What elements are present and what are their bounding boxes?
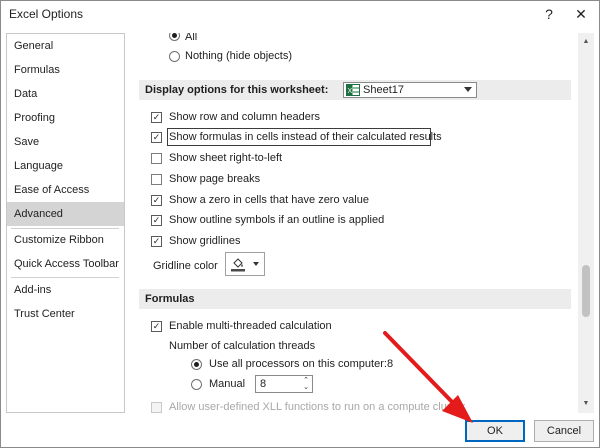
- window-title: Excel Options: [9, 7, 84, 21]
- show-formulas-label: Show formulas in cells instead of their …: [169, 131, 442, 143]
- cancel-button[interactable]: Cancel: [534, 420, 594, 442]
- manual-threads-value: 8: [260, 378, 267, 390]
- outline-symbols-checkbox[interactable]: ✓: [151, 215, 162, 226]
- manual-threads-radio[interactable]: [191, 379, 202, 390]
- sidebar-item-quick-access-toolbar[interactable]: Quick Access Toolbar: [7, 252, 124, 276]
- title-bar: Excel Options ? ✕: [1, 1, 599, 27]
- gridline-color-label: Gridline color: [153, 260, 218, 272]
- page-breaks-checkbox[interactable]: [151, 174, 162, 185]
- help-button[interactable]: ?: [535, 2, 563, 26]
- sidebar-item-save[interactable]: Save: [7, 130, 124, 154]
- worksheet-section-header: Display options for this worksheet: X Sh…: [139, 80, 571, 100]
- objects-all-radio[interactable]: [169, 33, 180, 41]
- multithread-checkbox[interactable]: ✓: [151, 321, 162, 332]
- chevron-down-icon: [464, 87, 472, 92]
- threads-label: Number of calculation threads: [169, 340, 316, 352]
- sidebar-item-add-ins[interactable]: Add-ins: [7, 278, 124, 302]
- manual-threads-spinner[interactable]: 8 ⌃ ⌄: [255, 375, 313, 393]
- manual-threads-label: Manual: [209, 378, 246, 390]
- sidebar-item-advanced[interactable]: Advanced: [7, 202, 124, 226]
- sidebar-item-language[interactable]: Language: [7, 154, 124, 178]
- sidebar-item-general[interactable]: General: [7, 34, 124, 58]
- selected-sheet-name: Sheet17: [363, 84, 404, 96]
- sheet-select-dropdown[interactable]: X Sheet17: [343, 82, 477, 98]
- sidebar: General Formulas Data Proofing Save Lang…: [6, 33, 125, 413]
- xll-cluster-label: Allow user-defined XLL functions to run …: [169, 401, 466, 413]
- paint-bucket-icon: [230, 256, 246, 272]
- close-button[interactable]: ✕: [567, 2, 595, 26]
- sidebar-item-customize-ribbon[interactable]: Customize Ribbon: [7, 228, 124, 252]
- options-scrollbar[interactable]: ▲ ▼: [578, 33, 594, 413]
- right-to-left-label: Show sheet right-to-left: [169, 152, 283, 164]
- objects-nothing-radio[interactable]: [169, 51, 180, 62]
- processor-count: 8: [387, 358, 394, 370]
- spin-down-icon[interactable]: ⌄: [303, 384, 309, 391]
- xll-cluster-checkbox: [151, 402, 162, 413]
- use-all-processors-radio[interactable]: [191, 359, 202, 370]
- objects-nothing-label: Nothing (hide objects): [185, 50, 293, 62]
- show-zero-checkbox[interactable]: ✓: [151, 195, 162, 206]
- sheet-icon: X: [346, 84, 360, 96]
- gridline-color-picker[interactable]: [225, 252, 265, 276]
- sidebar-item-ease-of-access[interactable]: Ease of Access: [7, 178, 124, 202]
- sidebar-item-formulas[interactable]: Formulas: [7, 58, 124, 82]
- right-to-left-checkbox[interactable]: [151, 153, 162, 164]
- excel-options-dialog: Excel Options ? ✕ General Formulas Data …: [0, 0, 600, 448]
- multithread-label: Enable multi-threaded calculation: [169, 320, 332, 332]
- objects-all-label: All: [185, 33, 198, 43]
- svg-text:X: X: [348, 88, 353, 95]
- ok-button[interactable]: OK: [465, 420, 525, 442]
- scroll-down-icon[interactable]: ▼: [578, 397, 594, 411]
- chevron-down-icon: [253, 262, 259, 266]
- page-breaks-label: Show page breaks: [169, 173, 261, 185]
- show-headers-label: Show row and column headers: [169, 111, 321, 123]
- worksheet-section-label: Display options for this worksheet:: [145, 84, 329, 96]
- show-headers-checkbox[interactable]: ✓: [151, 112, 162, 123]
- sidebar-item-trust-center[interactable]: Trust Center: [7, 302, 124, 326]
- formulas-section-label: Formulas: [145, 293, 195, 305]
- sidebar-item-data[interactable]: Data: [7, 82, 124, 106]
- spin-up-icon[interactable]: ⌃: [303, 377, 309, 384]
- sidebar-item-proofing[interactable]: Proofing: [7, 106, 124, 130]
- show-gridlines-checkbox[interactable]: ✓: [151, 236, 162, 247]
- advanced-options-panel: All Nothing (hide objects) Display optio…: [129, 33, 581, 413]
- show-gridlines-label: Show gridlines: [169, 235, 241, 247]
- scroll-up-icon[interactable]: ▲: [578, 35, 594, 49]
- use-all-processors-label: Use all processors on this computer:: [209, 358, 387, 370]
- outline-symbols-label: Show outline symbols if an outline is ap…: [169, 214, 385, 226]
- show-zero-label: Show a zero in cells that have zero valu…: [169, 194, 369, 206]
- show-formulas-checkbox[interactable]: ✓: [151, 132, 162, 143]
- scroll-thumb[interactable]: [582, 265, 590, 317]
- formulas-section-header: Formulas: [139, 289, 571, 309]
